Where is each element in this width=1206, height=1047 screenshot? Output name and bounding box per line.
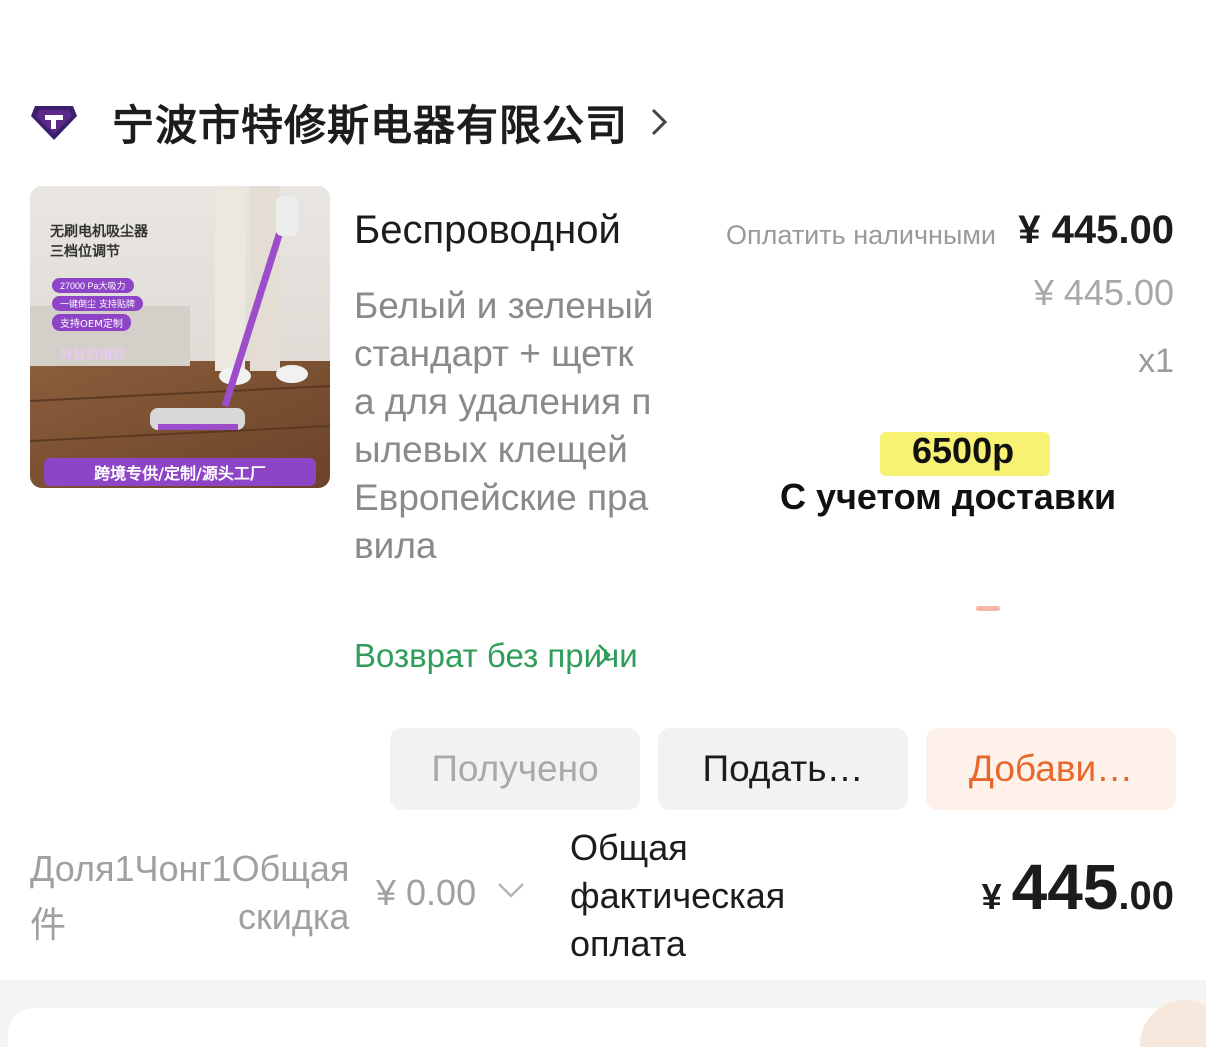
stray-mark [976,606,1000,611]
total-decimal: .00 [1118,874,1174,918]
pay-method-label: Оплатить наличными [726,220,996,250]
image-badge: 27000 Pa大吸力 [52,278,134,293]
summary-labels: Доля1Чонг1Общая 件 скидка [30,848,370,946]
chevron-right-icon[interactable] [596,642,618,672]
product-variant: Белый и зеленый стандарт + щетка для уда… [354,285,654,566]
price: ¥ 445.00 [1018,208,1174,252]
chevron-right-icon[interactable] [650,105,672,139]
image-badge: 支持OEM定制 [52,314,131,331]
currency-symbol: ¥ [981,876,1002,917]
shop-name[interactable]: 宁波市特修斯电器有限公司 [112,92,628,153]
summary-labels-line1: Доля1Чонг1Общая [30,848,350,889]
chevron-down-icon[interactable] [496,880,528,904]
product-title[interactable]: Беспроводной [354,208,664,253]
product-image[interactable]: 无刷电机吸尘器 三档位调节 27000 Pa大吸力 一键倒尘 支持贴牌 支持OE… [30,186,330,488]
total-amount: ¥ 445 .00 [982,850,1174,924]
add-button[interactable]: Добави… [926,728,1176,810]
shop-logo-icon [30,98,78,146]
annotation-price: 6500р [912,430,1015,471]
shop-header[interactable]: 宁波市特修斯电器有限公司 [30,90,672,154]
quantity: x1 [1138,342,1174,380]
summary-labels-unit: 件 [30,905,67,946]
image-banner: 跨境专供/定制/源头工厂 [44,458,316,486]
discount-label: скидка [238,896,350,937]
total-label: Общая фактическая оплата [570,827,786,964]
submit-button[interactable]: Подать… [658,728,908,810]
next-card [8,1008,1198,1047]
image-overlay-text: 无刷电机吸尘器 三档位调节 [50,224,148,260]
annotation-delivery: С учетом доставки [780,476,1117,517]
received-button[interactable]: Получено [390,728,640,810]
image-tag: 外贸热销款 [60,348,126,363]
image-badge: 一键倒尘 支持贴牌 [52,296,143,311]
discount-value[interactable]: ¥ 0.00 [376,872,476,914]
original-price: ¥ 445.00 [1033,272,1174,313]
total-integer: 445 [1011,851,1119,923]
